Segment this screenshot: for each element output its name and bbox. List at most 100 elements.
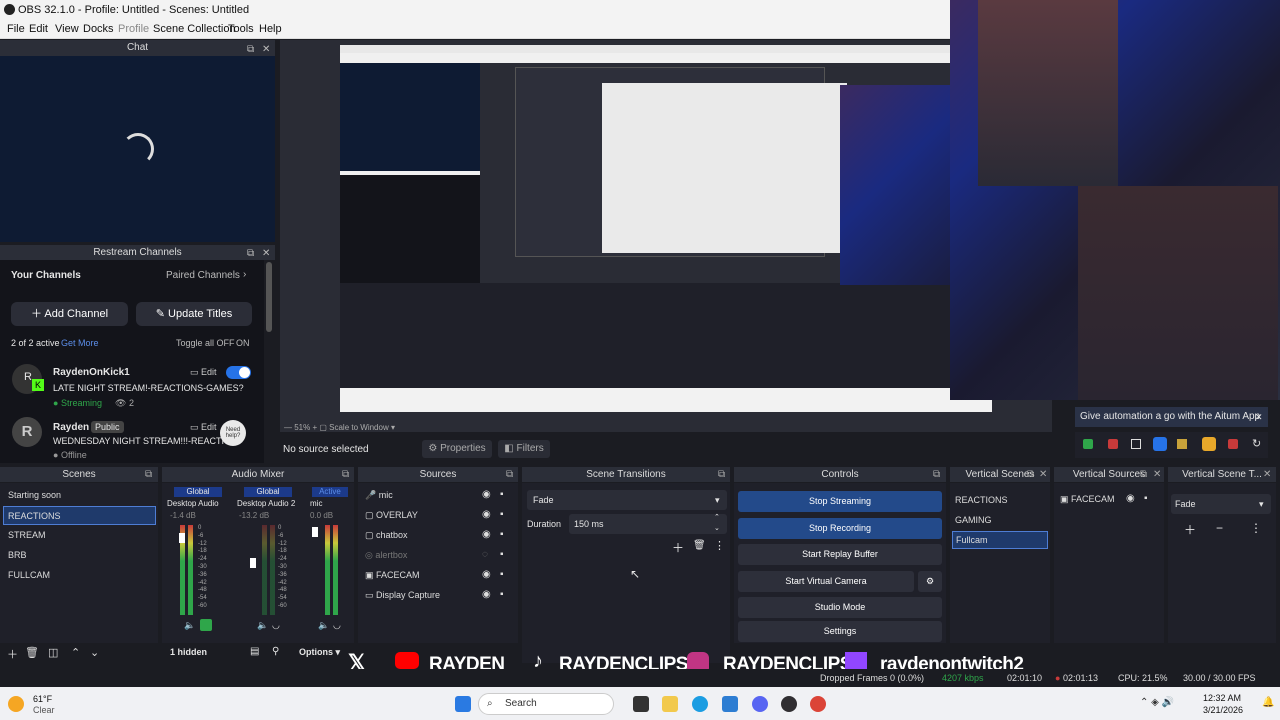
menu-scene-collection[interactable]: Scene Collection [153,23,236,35]
source-item[interactable]: 🎤 mic [365,490,393,501]
add-icon[interactable]: ＋ [1184,521,1196,538]
blue-icon[interactable] [1153,437,1167,451]
float-icon[interactable]: ⧉ [718,467,725,482]
start-replay-buffer-button[interactable]: Start Replay Buffer [738,544,942,565]
muted-icon[interactable]: 🔈 [257,620,268,631]
edge-icon[interactable] [692,696,708,712]
menu-help[interactable]: Help [259,23,282,35]
edit-channel-link[interactable]: ▭ Edit [190,422,217,433]
source-item[interactable]: ▣ FACECAM [365,570,420,581]
scene-item[interactable]: BRB [8,550,27,560]
channel-name[interactable]: mic [310,499,322,508]
layout-icon[interactable]: ▤ [250,646,259,657]
toggle-all-link[interactable]: Toggle all OFF [176,338,235,348]
move-up-icon[interactable]: ⌃ [71,646,80,659]
duration-input[interactable]: 150 ms ⌃ ⌄ [569,514,727,534]
eye-hidden-icon[interactable]: ◌ [482,549,488,560]
eye-icon[interactable]: ◉ [482,529,491,540]
record-icon[interactable] [1108,439,1118,449]
transition-select[interactable]: Fade ▾ [527,490,727,510]
hidden-count[interactable]: 1 hidden [170,647,207,657]
zoom-controls[interactable]: — 51% + ▢ Scale to Window ▾ [284,423,395,432]
system-tray-icons[interactable]: ⌃ ◈ 🔊 [1140,697,1174,708]
scene-item[interactable]: Starting soon [8,490,61,500]
float-icon[interactable]: ⧉ [506,467,513,482]
eye-icon[interactable]: ◉ [1126,493,1135,504]
more-icon[interactable]: ⋮ [1250,521,1262,535]
source-item[interactable]: ▭ Display Capture [365,590,440,601]
get-more-link[interactable]: Get More [61,338,99,348]
source-item[interactable]: ◎ alertbox [365,550,407,561]
float-icon[interactable]: ⧉ [247,246,254,261]
headphones-icon[interactable]: ◡ [272,620,280,631]
lock-icon[interactable]: ▪ [500,589,504,600]
volume-slider-handle[interactable] [250,558,256,568]
close-icon[interactable]: ✕ [1255,407,1263,427]
channel-name[interactable]: Desktop Audio [167,499,219,508]
screen-icon[interactable] [1131,439,1141,449]
float-icon[interactable]: ⧉ [1140,467,1147,482]
paired-channels-link[interactable]: Paired Channels [166,270,240,281]
discord-icon[interactable] [752,696,768,712]
stepper-icon[interactable]: ⌃ ⌄ [714,512,720,534]
eye-icon[interactable]: ◉ [482,569,491,580]
speaker-icon[interactable]: 🔈 [318,620,329,631]
float-icon[interactable]: ⧉ [933,467,940,482]
scene-item[interactable]: FULLCAM [8,570,50,580]
vertical-scene-item[interactable]: REACTIONS [955,495,1008,505]
menu-docks[interactable]: Docks [83,23,114,35]
scrollbar[interactable] [264,262,274,462]
menu-profile[interactable]: Profile [118,23,149,35]
stop-recording-button[interactable]: Stop Recording [738,518,942,539]
scene-item-selected[interactable]: REACTIONS [3,506,156,525]
more-icon[interactable]: ⋮ [714,539,725,552]
studio-mode-button[interactable]: Studio Mode [738,597,942,618]
stop-streaming-button[interactable]: Stop Streaming [738,491,942,512]
lock-icon[interactable]: ▪ [500,489,504,500]
settings-button[interactable]: Settings [738,621,942,642]
notification-bell-icon[interactable]: 🔔 [1262,697,1274,708]
menu-tools[interactable]: Tools [228,23,254,35]
vertical-source-item[interactable]: ▣ FACECAM [1060,494,1115,505]
headphones-icon[interactable] [200,619,212,631]
close-icon[interactable]: ✕ [1263,467,1271,482]
heart-icon[interactable] [1228,439,1238,449]
move-down-icon[interactable]: ⌄ [90,646,99,659]
filter-icon[interactable]: ◫ [48,646,58,659]
weather-icon[interactable] [8,696,24,712]
close-icon[interactable]: ✕ [1153,467,1161,482]
refresh-icon[interactable]: ↻ [1252,437,1261,450]
lock-icon[interactable]: ▪ [500,529,504,540]
speaker-icon[interactable]: 🔈 [184,620,195,631]
obs-icon[interactable] [781,696,797,712]
vertical-scene-item[interactable]: GAMING [955,515,992,525]
scene-item[interactable]: STREAM [8,530,46,540]
aitum-icon[interactable] [1083,439,1093,449]
add-icon[interactable]: ＋ [7,646,18,662]
source-item[interactable]: ▢ chatbox [365,530,408,541]
channel-toggle[interactable] [226,366,251,379]
menu-file[interactable]: File [7,23,25,35]
vertical-transition-select[interactable]: Fade ▾ [1171,494,1271,514]
folder-icon[interactable] [1177,439,1187,449]
eye-icon[interactable]: ◉ [482,589,491,600]
task-view-icon[interactable] [633,696,649,712]
menu-edit[interactable]: Edit [29,23,48,35]
need-help-button[interactable]: Need help? [220,420,246,446]
eye-icon[interactable]: ◉ [482,509,491,520]
close-icon[interactable]: ✕ [262,246,270,261]
trash-icon[interactable]: 🗑 [25,646,39,659]
add-channel-button[interactable]: ＋ Add Channel [11,302,128,326]
lock-icon[interactable]: ▪ [1144,493,1148,504]
store-icon[interactable] [722,696,738,712]
headphones-icon[interactable]: ◡ [333,620,341,631]
volume-slider-handle[interactable] [179,533,185,543]
gear-icon[interactable] [1202,437,1216,451]
float-icon[interactable]: ⧉ [342,467,349,482]
virtual-camera-settings-gear-icon[interactable]: ⚙ [918,571,942,592]
channel-name[interactable]: Desktop Audio 2 [237,499,295,508]
start-virtual-camera-button[interactable]: Start Virtual Camera [738,571,914,592]
close-icon[interactable]: ✕ [1039,467,1047,482]
properties-button[interactable]: ⚙ Properties [422,440,492,458]
edit-channel-link[interactable]: ▭ Edit [190,367,217,378]
